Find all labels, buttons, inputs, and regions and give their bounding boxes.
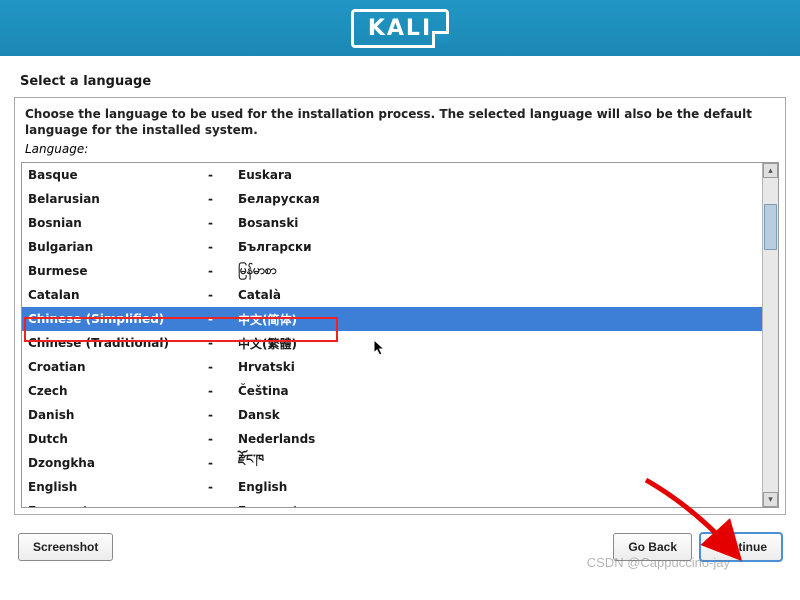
language-separator: - [208,360,238,374]
go-back-button[interactable]: Go Back [613,533,692,561]
language-row[interactable]: Chinese (Traditional)-中文(繁體) [22,331,762,355]
instruction-text: Choose the language to be used for the i… [15,98,785,140]
language-english-name: Basque [28,168,208,182]
language-row[interactable]: Belarusian-Беларуская [22,187,762,211]
language-separator: - [208,264,238,278]
language-separator: - [208,336,238,350]
language-separator: - [208,312,238,326]
language-native-name: 中文(繁體) [238,335,756,352]
language-english-name: Danish [28,408,208,422]
language-english-name: Chinese (Traditional) [28,336,208,350]
language-separator: - [208,288,238,302]
language-english-name: Bulgarian [28,240,208,254]
language-field-label: Language: [15,140,785,162]
language-english-name: Croatian [28,360,208,374]
language-english-name: Dutch [28,432,208,446]
language-native-name: Hrvatski [238,360,756,374]
language-english-name: Dzongkha [28,456,208,470]
scroll-up-button[interactable]: ▴ [763,163,778,178]
language-english-name: English [28,480,208,494]
language-row[interactable]: Esperanto-Esperanto [22,499,762,507]
language-native-name: Беларуская [238,192,756,206]
language-row[interactable]: Catalan-Català [22,283,762,307]
language-native-name: Euskara [238,168,756,182]
language-row[interactable]: Basque-Euskara [22,163,762,187]
language-separator: - [208,216,238,230]
installer-header: KALI [0,0,800,56]
scroll-down-button[interactable]: ▾ [763,492,778,507]
kali-logo: KALI [351,9,449,48]
language-row[interactable]: Bulgarian-Български [22,235,762,259]
language-row[interactable]: Dzongkha-རྫོང་ཁ [22,451,762,475]
page-title: Select a language [0,56,800,97]
language-english-name: Bosnian [28,216,208,230]
language-english-name: Czech [28,384,208,398]
continue-button[interactable]: Continue [700,533,782,561]
language-english-name: Chinese (Simplified) [28,312,208,326]
language-separator: - [208,456,238,470]
language-english-name: Esperanto [28,504,208,507]
language-native-name: རྫོང་ཁ [238,446,756,480]
language-row[interactable]: Bosnian-Bosanski [22,211,762,235]
language-separator: - [208,408,238,422]
language-list-container: Basque-EuskaraBelarusian-БеларускаяBosni… [21,162,779,508]
language-native-name: Nederlands [238,432,756,446]
language-english-name: Belarusian [28,192,208,206]
footer-bar: Screenshot Go Back Continue [0,515,800,579]
language-separator: - [208,240,238,254]
screenshot-button[interactable]: Screenshot [18,533,113,561]
language-native-name: English [238,480,756,494]
language-native-name: Català [238,288,756,302]
scrollbar[interactable]: ▴ ▾ [762,163,778,507]
language-row[interactable]: Croatian-Hrvatski [22,355,762,379]
language-native-name: မြန်မာစာ [238,262,756,280]
language-separator: - [208,432,238,446]
language-native-name: Bosanski [238,216,756,230]
language-native-name: Dansk [238,408,756,422]
language-english-name: Burmese [28,264,208,278]
language-row[interactable]: Burmese-မြန်မာစာ [22,259,762,283]
language-separator: - [208,384,238,398]
language-native-name: Esperanto [238,504,756,507]
scroll-thumb[interactable] [764,204,777,250]
kali-logo-text: KALI [368,16,432,41]
language-native-name: Čeština [238,384,756,398]
language-row[interactable]: Czech-Čeština [22,379,762,403]
language-panel: Choose the language to be used for the i… [14,97,786,515]
language-separator: - [208,168,238,182]
language-row[interactable]: Danish-Dansk [22,403,762,427]
language-separator: - [208,480,238,494]
language-row[interactable]: Chinese (Simplified)-中文(简体) [22,307,762,331]
language-separator: - [208,192,238,206]
language-english-name: Catalan [28,288,208,302]
language-native-name: 中文(简体) [238,311,756,328]
language-separator: - [208,504,238,507]
language-list[interactable]: Basque-EuskaraBelarusian-БеларускаяBosni… [22,163,762,507]
language-native-name: Български [238,240,756,254]
